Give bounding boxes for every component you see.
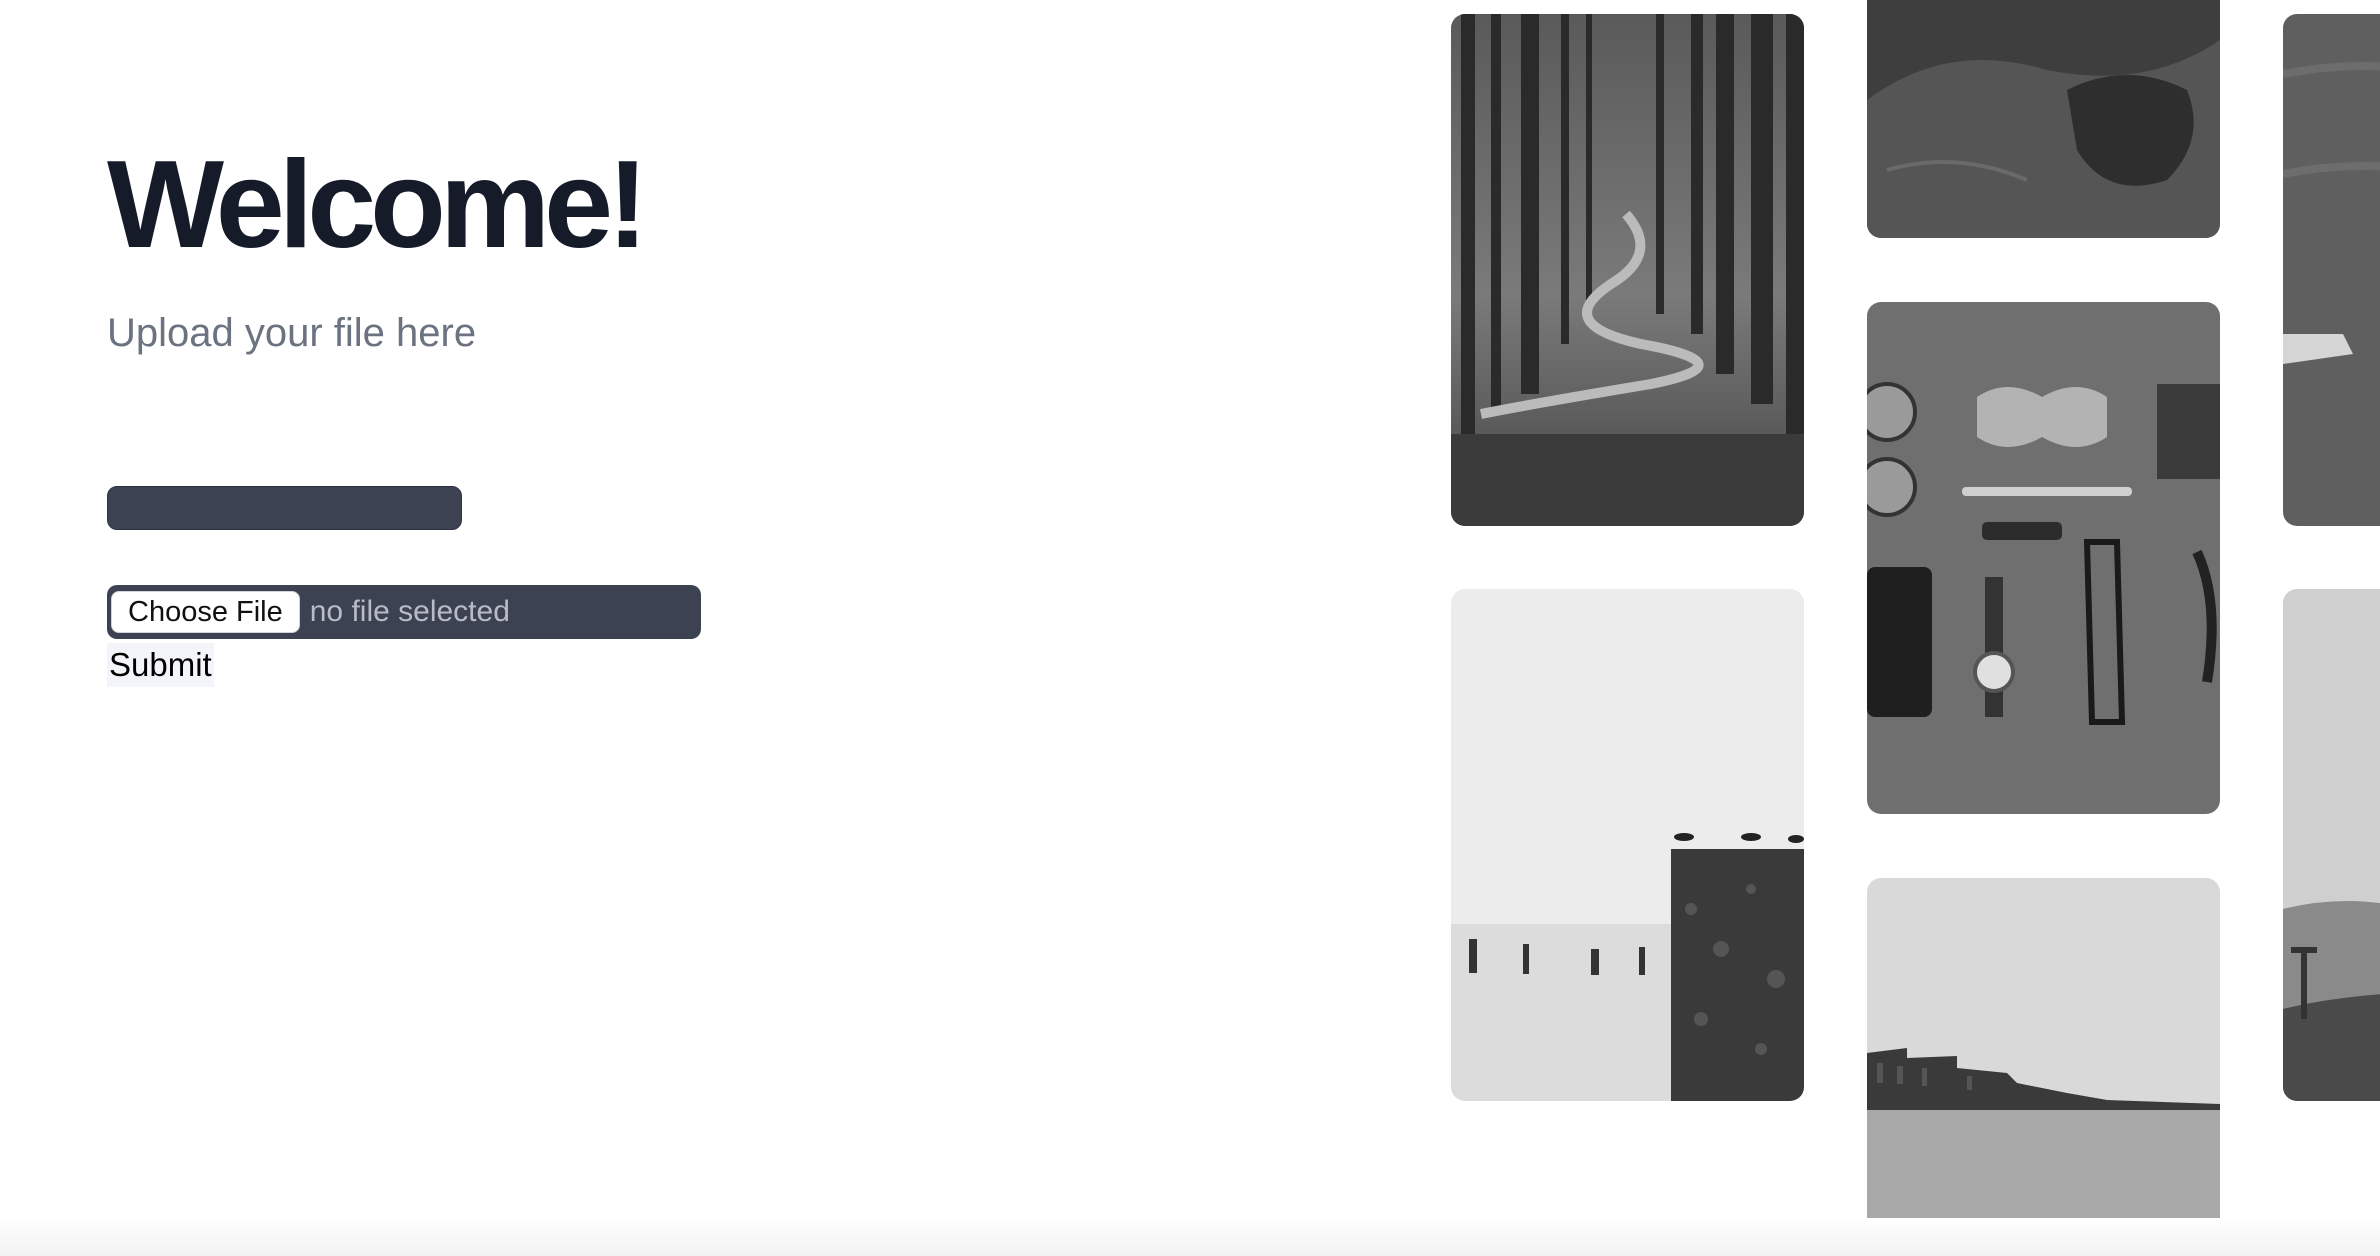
file-input[interactable]: Choose File no file selected bbox=[107, 585, 701, 639]
page-subtitle: Upload your file here bbox=[107, 311, 477, 355]
waterfront-city-photo bbox=[1867, 878, 2220, 1256]
rock-photo bbox=[1867, 0, 2220, 238]
hero: Welcome! Upload your file here bbox=[107, 130, 1007, 358]
water-photo bbox=[2283, 14, 2380, 526]
page-title: Welcome! bbox=[107, 136, 648, 274]
coastal-hills-photo bbox=[2283, 589, 2380, 1101]
birds-on-pillar-photo bbox=[1451, 589, 1804, 1101]
page: Welcome! Upload your file here Choose Fi… bbox=[0, 0, 2380, 1256]
forest-path-photo bbox=[1451, 14, 1804, 526]
bottom-shadow bbox=[0, 1218, 2380, 1256]
text-input[interactable] bbox=[107, 486, 462, 530]
choose-file-button[interactable]: Choose File bbox=[111, 591, 300, 633]
submit-button[interactable]: Submit bbox=[107, 643, 214, 687]
file-status-text: no file selected bbox=[309, 595, 510, 628]
flatlay-accessories-photo bbox=[1867, 302, 2220, 814]
